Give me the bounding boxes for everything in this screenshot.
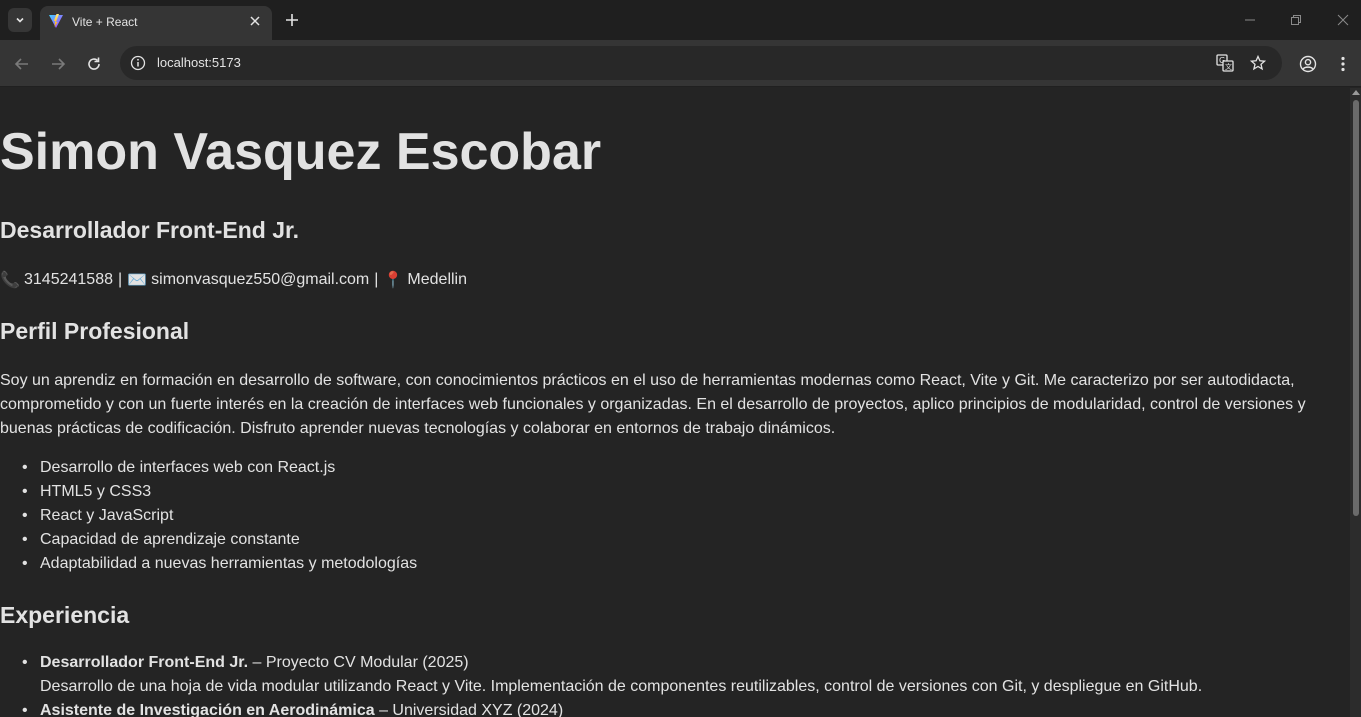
list-item: HTML5 y CSS3 [0, 480, 417, 504]
translate-icon: G文 [1216, 54, 1234, 72]
close-icon [250, 16, 260, 26]
experience-detail: – Universidad XYZ (2024) [374, 702, 564, 717]
restore-icon [1291, 15, 1301, 25]
list-item: Desarrollo de interfaces web con React.j… [0, 456, 417, 480]
page-title: Simon Vasquez Escobar [0, 123, 602, 181]
tab-title: Vite + React [72, 15, 138, 29]
scrollbar-thumb[interactable] [1353, 100, 1359, 516]
address-bar[interactable]: localhost:5173 G文 [120, 46, 1282, 80]
list-item: Adaptabilidad a nuevas herramientas y me… [0, 552, 417, 576]
contact-phone: 3145241588 [24, 271, 113, 288]
menu-button[interactable] [1331, 52, 1355, 76]
chevron-down-icon [16, 17, 24, 23]
tab-search-button[interactable] [8, 8, 32, 32]
browser-toolbar: localhost:5173 G文 [0, 40, 1361, 87]
contact-email: simonvasquez550@gmail.com [151, 271, 370, 288]
location-pin-icon: 📍 [383, 272, 404, 289]
vertical-scrollbar[interactable] [1350, 88, 1361, 717]
more-vertical-icon [1341, 56, 1345, 72]
tab-close-button[interactable] [246, 12, 264, 30]
experience-heading: Experiencia [0, 602, 130, 628]
arrow-right-icon [52, 58, 66, 70]
back-button[interactable] [10, 52, 34, 76]
info-icon [130, 55, 146, 71]
scroll-up-arrow[interactable] [1352, 90, 1360, 95]
page-viewport: Simon Vasquez Escobar Desarrollador Fron… [0, 88, 1350, 717]
experience-description: Desarrollo de una hoja de vida modular u… [40, 678, 1203, 695]
reload-icon [88, 57, 100, 70]
email-icon: ✉️ [127, 272, 148, 289]
minimize-button[interactable] [1240, 10, 1260, 30]
list-item: Asistente de Investigación en Aerodinámi… [0, 699, 1202, 717]
close-icon [1337, 14, 1349, 26]
restore-button[interactable] [1286, 10, 1306, 30]
list-item: React y JavaScript [0, 504, 417, 528]
reload-button[interactable] [82, 52, 106, 76]
profile-paragraph: Soy un aprendiz en formación en desarrol… [0, 372, 1306, 437]
profile-heading: Perfil Profesional [0, 318, 190, 344]
plus-icon [286, 14, 298, 26]
tab-active[interactable]: Vite + React [40, 6, 272, 40]
profile-button[interactable] [1296, 52, 1320, 76]
list-item: Desarrollador Front-End Jr. – Proyecto C… [0, 651, 1202, 699]
vite-logo-icon [49, 14, 63, 28]
experience-list: Desarrollador Front-End Jr. – Proyecto C… [0, 651, 1202, 717]
experience-detail: – Proyecto CV Modular (2025) [248, 654, 469, 671]
translate-button[interactable]: G文 [1215, 53, 1235, 73]
close-window-button[interactable] [1333, 10, 1353, 30]
new-tab-button[interactable] [281, 9, 303, 31]
star-icon [1250, 55, 1266, 71]
list-item: Capacidad de aprendizaje constante [0, 528, 417, 552]
site-info-button[interactable] [128, 53, 148, 73]
separator: | [374, 271, 379, 288]
profile-icon [1299, 55, 1317, 73]
forward-button[interactable] [46, 52, 70, 76]
tab-strip: Vite + React [0, 0, 1361, 40]
role-heading: Desarrollador Front-End Jr. [0, 217, 300, 243]
contact-location: Medellin [407, 271, 468, 288]
url-text[interactable]: localhost:5173 [157, 55, 241, 70]
bookmark-button[interactable] [1248, 53, 1268, 73]
experience-title: Desarrollador Front-End Jr. [40, 654, 249, 671]
experience-title: Asistente de Investigación en Aerodinámi… [40, 702, 375, 717]
separator: | [117, 271, 123, 288]
svg-text:文: 文 [1225, 62, 1232, 71]
contact-line: 📞 3145241588 | ✉️ simonvasquez550@gmail.… [0, 270, 467, 290]
skills-list: Desarrollo de interfaces web con React.j… [0, 456, 417, 576]
arrow-left-icon [14, 58, 28, 70]
phone-icon: 📞 [0, 272, 20, 289]
minimize-icon [1245, 19, 1255, 21]
